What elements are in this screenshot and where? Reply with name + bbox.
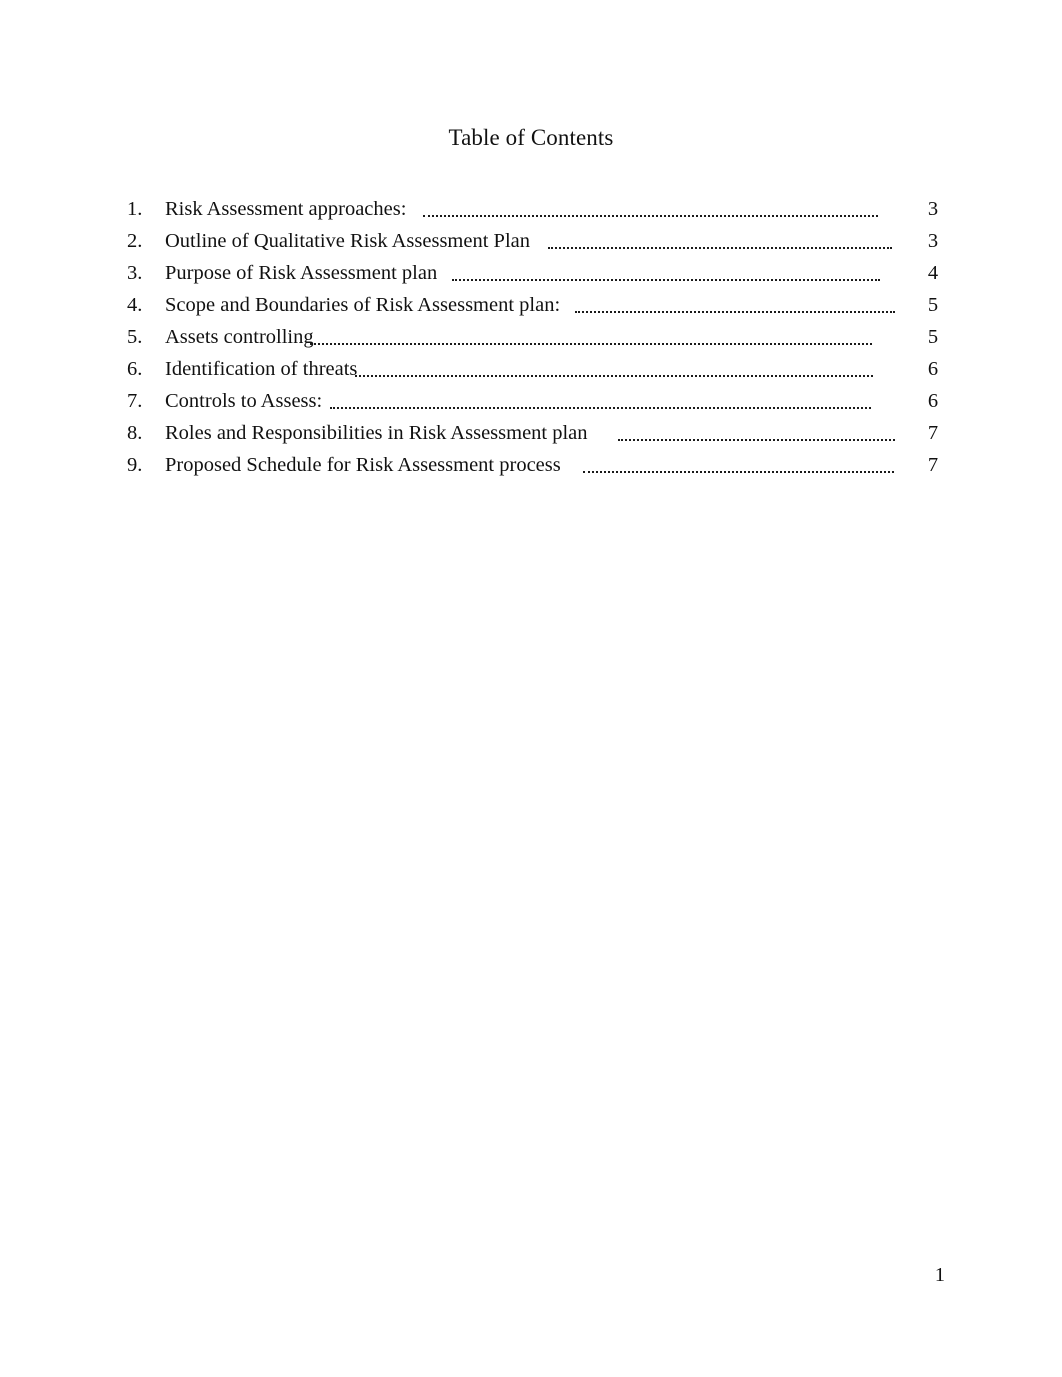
toc-entry-label[interactable]: Purpose of Risk Assessment plan	[165, 257, 437, 289]
toc-entry-label[interactable]: Controls to Assess:	[165, 385, 322, 417]
toc-entry-page-number[interactable]: 4	[920, 257, 946, 289]
toc-dot-leader	[548, 247, 892, 249]
toc-entry-label[interactable]: Outline of Qualitative Risk Assessment P…	[165, 225, 530, 257]
toc-entry-page-number[interactable]: 6	[920, 385, 946, 417]
toc-dot-leader	[575, 311, 895, 313]
toc-entry-number: 7.	[127, 390, 143, 412]
toc-entry-page-number[interactable]: 5	[920, 321, 946, 353]
toc-entry-number: 6.	[127, 358, 143, 380]
toc-entry[interactable]: 3. Purpose of Risk Assessment plan 4	[127, 257, 945, 289]
toc-entry-number: 5.	[127, 326, 143, 348]
toc-entry[interactable]: 4. Scope and Boundaries of Risk Assessmen…	[127, 289, 945, 321]
toc-entry-label[interactable]: Proposed Schedule for Risk Assessment pr…	[165, 449, 561, 481]
toc-entry-page-number[interactable]: 7	[920, 449, 946, 481]
toc-dot-leader	[330, 407, 871, 409]
toc-dot-leader	[583, 471, 894, 473]
toc-entry-page-number[interactable]: 7	[920, 417, 946, 449]
toc-entry-number: 2.	[127, 230, 143, 252]
toc-entry-number: 1.	[127, 198, 143, 220]
toc-entry[interactable]: 5. Assets controlling 5	[127, 321, 945, 353]
toc-entry[interactable]: 6. Identification of threats 6	[127, 353, 945, 385]
toc-entry-label[interactable]: Assets controlling	[165, 321, 314, 353]
toc-dot-leader	[452, 279, 880, 281]
toc-entry-page-number[interactable]: 3	[920, 193, 946, 225]
toc-entry[interactable]: 1. Risk Assessment approaches: 3	[127, 193, 945, 225]
toc-entry-page-number[interactable]: 3	[920, 225, 946, 257]
toc-entry-page-number[interactable]: 6	[920, 353, 946, 385]
toc-entry[interactable]: 2. Outline of Qualitative Risk Assessment…	[127, 225, 945, 257]
footer-page-number: 1	[934, 1264, 945, 1286]
toc-entry[interactable]: 9. Proposed Schedule for Risk Assessment …	[127, 449, 945, 481]
toc-dot-leader	[355, 375, 873, 377]
toc-entry-number: 3.	[127, 262, 143, 284]
toc-entry[interactable]: 7. Controls to Assess: 6	[127, 385, 945, 417]
document-page: Table of Contents 1. Risk Assessment appr…	[0, 0, 1062, 1377]
toc-entry-label[interactable]: Roles and Responsibilities in Risk Asses…	[165, 417, 588, 449]
toc-entry-number: 4.	[127, 294, 143, 316]
toc-entry-label[interactable]: Risk Assessment approaches:	[165, 193, 406, 225]
toc-entry-label[interactable]: Scope and Boundaries of Risk Assessment …	[165, 289, 560, 321]
toc-dot-leader	[423, 215, 878, 217]
toc-entry-number: 8.	[127, 422, 143, 444]
toc-entry-page-number[interactable]: 5	[920, 289, 946, 321]
page-title: Table of Contents	[448, 125, 614, 150]
toc-entry[interactable]: 8. Roles and Responsibilities in Risk Ass…	[127, 417, 945, 449]
toc-entry-label[interactable]: Identification of threats	[165, 353, 357, 385]
toc-dot-leader	[618, 439, 895, 441]
toc-entry-number: 9.	[127, 454, 143, 476]
toc-dot-leader	[310, 343, 872, 345]
table-of-contents: 1. Risk Assessment approaches: 3 2. Outline …	[127, 193, 945, 481]
